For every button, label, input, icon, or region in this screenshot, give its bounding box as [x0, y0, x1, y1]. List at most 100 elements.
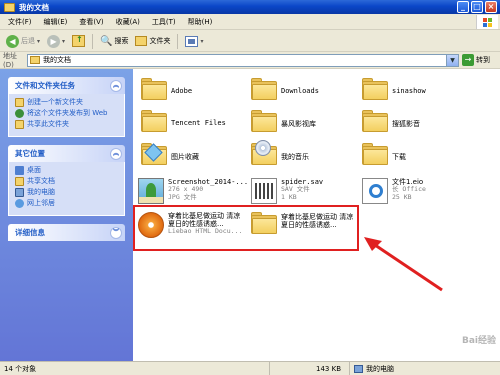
eio-file-item[interactable]: 文件1.eio 长 Office 25 KB	[362, 178, 426, 204]
menu-tools[interactable]: 工具(T)	[146, 17, 182, 27]
item-name: 我的音乐	[281, 153, 309, 161]
shared-folder-icon	[15, 177, 24, 186]
folder-icon	[4, 2, 15, 12]
desktop-icon	[15, 166, 24, 175]
search-button[interactable]: 🔍 搜索	[98, 36, 130, 47]
item-name: sinashow	[392, 87, 426, 95]
back-label: 后退	[21, 37, 35, 45]
go-button[interactable]: → 转到	[462, 54, 490, 66]
music-folder-icon	[251, 140, 277, 165]
task-publish-web[interactable]: 将这个文件夹发布到 Web	[15, 109, 118, 118]
task-label: 创建一个新文件夹	[27, 98, 83, 106]
folder-item[interactable]: Tencent Files	[141, 110, 226, 132]
place-label: 桌面	[27, 166, 41, 174]
globe-icon	[15, 109, 24, 118]
menu-view[interactable]: 查看(V)	[73, 17, 109, 27]
explorer-window: 我的文档 _ □ × 文件(F) 编辑(E) 查看(V) 收藏(A) 工具(T)…	[0, 0, 500, 375]
file-tasks-title: 文件和文件夹任务	[15, 81, 75, 90]
folder-item[interactable]: 下载	[362, 143, 406, 165]
search-icon: 🔍	[100, 35, 113, 47]
annotation-arrow-icon	[364, 237, 443, 292]
document-icon	[251, 178, 277, 204]
place-my-computer[interactable]: 我的电脑	[15, 188, 118, 197]
folder-item[interactable]: Downloads	[251, 78, 319, 100]
sav-file-item[interactable]: spider.sav SAV 文件 1 KB	[251, 178, 323, 204]
other-places-title: 其它位置	[15, 149, 45, 158]
location-label: 我的电脑	[366, 364, 394, 373]
pictures-folder-icon	[141, 143, 167, 165]
toolbar-separator	[92, 33, 94, 49]
place-shared-docs[interactable]: 共享文档	[15, 177, 118, 186]
task-label: 将这个文件夹发布到 Web	[27, 109, 108, 117]
details-title: 详细信息	[15, 228, 45, 237]
go-label: 转到	[476, 56, 490, 64]
folder-icon	[251, 78, 277, 100]
menu-help[interactable]: 帮助(H)	[182, 17, 219, 27]
other-places-header[interactable]: 其它位置 ︽	[8, 145, 125, 162]
new-folder-icon	[15, 98, 24, 107]
menu-bar: 文件(F) 编辑(E) 查看(V) 收藏(A) 工具(T) 帮助(H)	[0, 14, 500, 30]
forward-arrow-icon: ▶	[47, 34, 61, 48]
item-name: Downloads	[281, 87, 319, 95]
back-arrow-icon: ◀	[6, 34, 19, 48]
folder-up-icon: ↑	[72, 35, 86, 47]
other-places-panel: 其它位置 ︽ 桌面 共享文档 我的电脑 网上邻居	[8, 145, 125, 216]
windows-logo-icon	[476, 15, 498, 29]
folder-item[interactable]: Adobe	[141, 78, 192, 100]
file-tasks-header[interactable]: 文件和文件夹任务 ︽	[8, 77, 125, 94]
views-button[interactable]: ▾	[183, 35, 205, 47]
menu-file[interactable]: 文件(F)	[2, 17, 38, 27]
address-value: 我的文档	[43, 56, 71, 64]
folder-item[interactable]: 暴风影视库	[251, 110, 316, 132]
address-dropdown-button[interactable]: ▼	[446, 54, 458, 66]
pictures-folder-item[interactable]: 图片收藏	[141, 143, 199, 165]
back-button[interactable]: ◀ 后退 ▾	[4, 34, 42, 48]
task-label: 共享此文件夹	[27, 120, 69, 128]
menu-favorites[interactable]: 收藏(A)	[110, 17, 146, 27]
close-button[interactable]: ×	[485, 1, 497, 13]
forward-button[interactable]: ▶ ▾	[45, 34, 67, 48]
folder-item[interactable]: 搜狐影音	[362, 110, 420, 132]
task-pane: 文件和文件夹任务 ︽ 创建一个新文件夹 将这个文件夹发布到 Web 共享此文件夹	[0, 69, 133, 361]
maximize-button[interactable]: □	[471, 1, 483, 13]
folders-label: 文件夹	[149, 37, 171, 45]
item-type: JPG 文件	[168, 192, 197, 201]
search-label: 搜索	[114, 37, 129, 45]
folders-button[interactable]: 文件夹	[133, 36, 172, 46]
chevron-down-icon: ▾	[37, 37, 41, 45]
title-bar[interactable]: 我的文档 _ □ ×	[0, 0, 500, 14]
office-document-icon	[362, 178, 388, 204]
task-new-folder[interactable]: 创建一个新文件夹	[15, 98, 118, 107]
collapse-icon[interactable]: ︽	[110, 79, 122, 92]
task-share-folder[interactable]: 共享此文件夹	[15, 120, 118, 129]
folder-icon	[251, 110, 277, 132]
toolbar-separator	[177, 33, 179, 49]
network-icon	[15, 199, 24, 208]
chevron-down-icon: ▾	[200, 37, 204, 45]
computer-icon	[15, 188, 24, 197]
image-file-item[interactable]: Screenshot_2014-... 276 x 490 JPG 文件	[138, 178, 248, 204]
folder-icon	[362, 78, 388, 100]
address-field[interactable]: 我的文档 ▼	[27, 53, 459, 67]
expand-icon[interactable]: ︾	[110, 226, 122, 239]
music-folder-item[interactable]: 我的音乐	[251, 140, 309, 165]
item-name: 下载	[392, 153, 406, 161]
place-desktop[interactable]: 桌面	[15, 166, 118, 175]
watermark: Bai经验	[461, 336, 496, 346]
item-name: 图片收藏	[171, 153, 199, 161]
up-button[interactable]: ↑	[70, 35, 87, 47]
folder-icon	[362, 143, 388, 165]
folder-item[interactable]: sinashow	[362, 78, 426, 100]
window-title: 我的文档	[19, 2, 49, 12]
place-network[interactable]: 网上邻居	[15, 199, 118, 208]
minimize-button[interactable]: _	[457, 1, 469, 13]
address-label: 地址(D)	[3, 52, 17, 69]
folder-icon	[30, 56, 40, 64]
collapse-icon[interactable]: ︽	[110, 147, 122, 160]
status-bar: 14 个对象 143 KB 我的电脑	[0, 361, 500, 375]
details-header[interactable]: 详细信息 ︾	[8, 224, 125, 241]
share-folder-icon	[15, 120, 24, 129]
menu-edit[interactable]: 编辑(E)	[38, 17, 74, 27]
folder-icon	[141, 78, 167, 100]
folder-icon	[141, 110, 167, 132]
